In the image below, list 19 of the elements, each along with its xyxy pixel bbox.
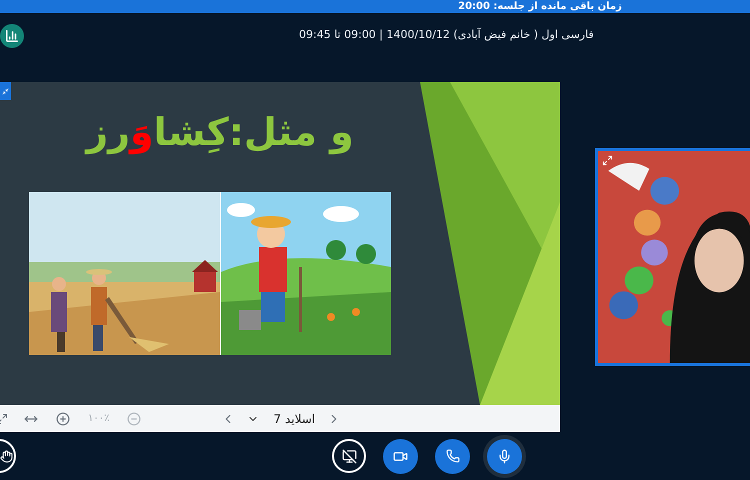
microphone-icon <box>497 448 512 464</box>
time-banner: زمان باقی مانده از جلسه: 20:00 <box>0 0 750 13</box>
bar-chart-icon <box>5 28 19 42</box>
phone-icon <box>446 449 460 463</box>
screen-share-button[interactable] <box>332 439 366 473</box>
monitor-off-icon <box>342 448 356 464</box>
slide-title: و مثل:کِشاوَرز <box>86 109 354 156</box>
poll-button[interactable] <box>0 24 24 48</box>
minimize-icon <box>2 88 9 94</box>
camera-button[interactable] <box>383 438 418 474</box>
microphone-button[interactable] <box>487 438 522 474</box>
zoom-in-icon[interactable] <box>56 412 70 426</box>
slide-selector[interactable]: اسلاید 7 <box>273 410 316 428</box>
hand-icon <box>0 450 12 462</box>
session-title: فارسی اول ( خانم فیض آبادی) 1400/10/12 | 09:00 تا 09:45 <box>299 27 594 44</box>
leave-audio-button[interactable] <box>435 438 470 474</box>
hide-presentation-button[interactable] <box>0 82 11 100</box>
fullscreen-icon[interactable] <box>602 155 613 166</box>
zoom-level: ۱۰۰٪ <box>88 412 110 426</box>
